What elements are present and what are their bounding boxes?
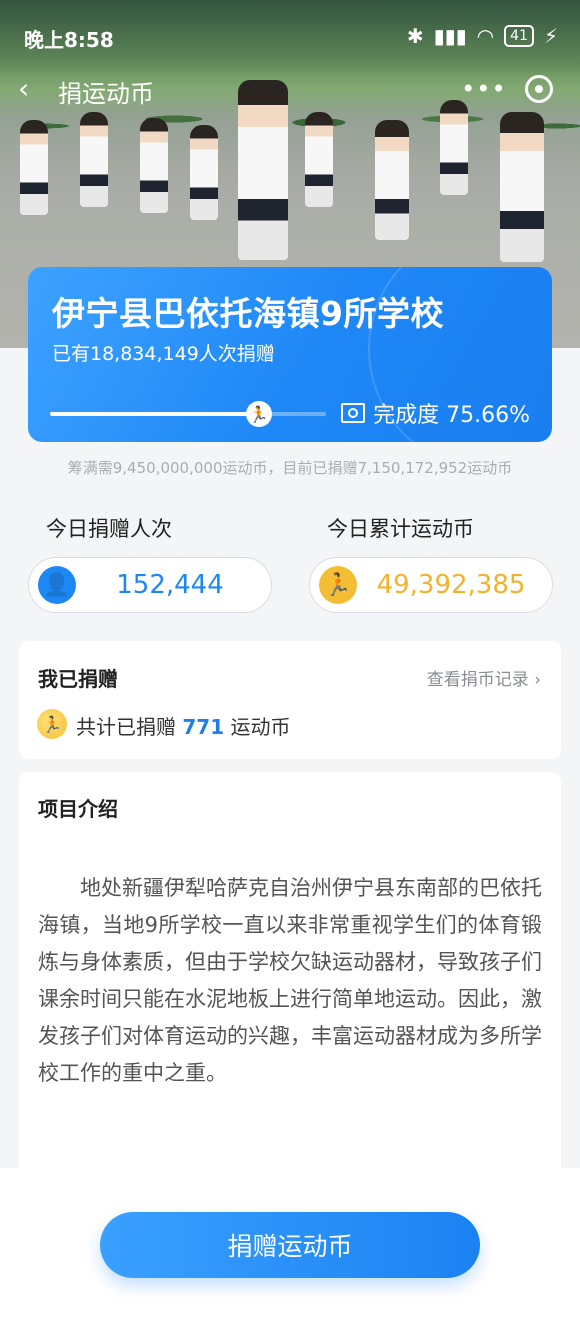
status-time: 晚上8:58 [24,28,114,52]
coin-icon: 🏃 [37,709,67,739]
student-figure [500,112,544,262]
student-figure [375,120,409,240]
donated-prefix: 共计已捐赠 [76,715,176,739]
stat-label: 今日累计运动币 [327,517,474,541]
completion: 完成度 75.66% [341,397,530,429]
student-figure [140,118,168,213]
progress-fill [50,412,259,416]
my-donation-panel: 我已捐赠 查看捐币记录 › 🏃 共计已捐赠 771 运动币 [19,641,561,759]
charging-icon: ⚡ [543,24,558,48]
page-title: 捐运动币 [58,80,154,108]
school-name: 伊宁县巴依托海镇9所学校 [52,294,444,333]
close-miniprogram-icon[interactable] [524,75,553,103]
stat-label: 今日捐赠人次 [46,517,172,541]
more-icon[interactable]: ••• [461,75,506,103]
progress-bar: 🏃 [50,401,326,427]
project-card: 伊宁县巴依托海镇9所学校 已有18,834,149人次捐赠 🏃 完成度 75.6… [28,267,552,442]
navigation-bar: ‹ 捐运动币 ••• [0,68,580,112]
bottom-bar: 捐赠运动币 [0,1168,580,1321]
runner-icon: 🏃 [245,401,272,427]
stat-box: 👤 152,444 [28,557,272,613]
project-intro-panel: 项目介绍 地处新疆伊犁哈萨克自治州伊宁县东南部的巴依托海镇，当地9所学校一直以来… [19,772,561,1192]
goal-icon [341,403,366,423]
bluetooth-icon: ✱ [406,24,424,48]
signal-icon: ▮▮▮ [433,24,467,48]
donated-suffix: 运动币 [230,715,291,739]
back-icon[interactable]: ‹ [18,72,29,105]
battery-icon: 41 [504,25,534,47]
donated-amount: 771 [182,715,225,739]
donate-button[interactable]: 捐赠运动币 [100,1212,480,1278]
donation-record-link[interactable]: 查看捐币记录 › [427,665,541,690]
stat-value: 152,444 [116,570,224,600]
donor-count: 已有18,834,149人次捐赠 [52,343,275,365]
student-figure [80,112,108,207]
mini-program-capsule: ••• [452,68,562,110]
wifi-icon: ◠ [476,24,495,48]
today-donors-stat: 今日捐赠人次 👤 152,444 [28,513,272,613]
student-figure [305,112,333,207]
intro-text: 地处新疆伊犁哈萨克自治州伊宁县东南部的巴依托海镇，当地9所学校一直以来非常重视学… [38,876,542,1085]
student-figure [440,100,468,195]
student-figure [20,120,48,215]
panel-title: 我已捐赠 [38,667,118,691]
status-icons: ✱ ▮▮▮ ◠ 41 ⚡ [407,24,558,48]
donated-total: 共计已捐赠 771 运动币 [76,711,290,740]
fundraising-target: 筹满需9,450,000,000运动币，目前已捐赠7,150,172,952运动… [67,459,513,477]
stat-box: 🏃 49,392,385 [309,557,553,613]
completion-label: 完成度 75.66% [373,403,530,428]
today-coins-stat: 今日累计运动币 🏃 49,392,385 [309,513,553,613]
status-bar: 晚上8:58 ✱ ▮▮▮ ◠ 41 ⚡ [0,0,580,70]
student-figure [190,125,218,220]
stat-value: 49,392,385 [376,570,526,600]
panel-title: 项目介绍 [38,797,118,821]
